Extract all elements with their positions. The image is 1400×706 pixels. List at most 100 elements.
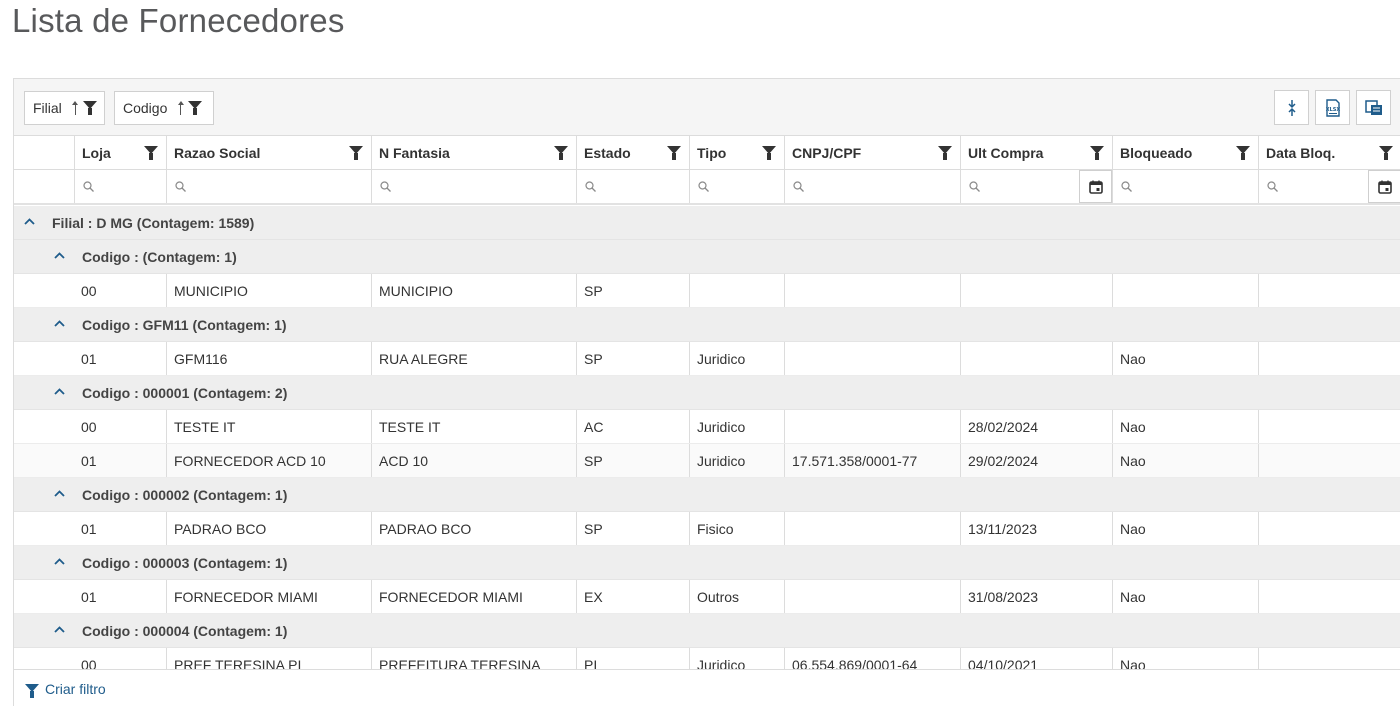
group-row-label: Codigo : 000003 (Contagem: 1) <box>82 555 288 571</box>
cell-value: SP <box>584 283 603 299</box>
create-filter-icon[interactable] <box>25 684 39 698</box>
table-cell-loja: 01 <box>74 444 166 477</box>
table-row[interactable]: 00 TESTE IT TESTE IT AC Juridico 28/02/2024 Na… <box>14 410 1400 444</box>
column-chooser-button[interactable] <box>1356 90 1391 125</box>
group-row[interactable]: Codigo : (Contagem: 1) <box>14 240 1400 274</box>
group-row[interactable]: Codigo : 000004 (Contagem: 1) <box>14 614 1400 648</box>
grid-filter-row <box>14 170 1400 205</box>
table-cell-estado: SP <box>576 274 689 307</box>
group-row[interactable]: Codigo : 000002 (Contagem: 1) <box>14 478 1400 512</box>
filter-cell-bloqueado[interactable] <box>1112 170 1258 203</box>
table-cell-ultcompra: 29/02/2024 <box>960 444 1112 477</box>
table-cell-bloqueado: Nao <box>1112 410 1258 443</box>
date-picker-button[interactable] <box>1079 170 1112 203</box>
sort-ascending-icon[interactable] <box>72 101 80 115</box>
chevron-up-icon[interactable] <box>54 388 65 395</box>
table-row[interactable]: 01 FORNECEDOR ACD 10 ACD 10 SP Juridico 17.57… <box>14 444 1400 478</box>
column-filter-icon[interactable] <box>938 146 952 160</box>
xlsx-label: XLSX <box>1325 107 1340 113</box>
group-row[interactable]: Codigo : GFM11 (Contagem: 1) <box>14 308 1400 342</box>
cell-value: PADRAO BCO <box>379 521 472 537</box>
column-filter-icon[interactable] <box>554 146 568 160</box>
filter-icon[interactable] <box>82 101 96 115</box>
column-filter-icon[interactable] <box>1236 146 1250 160</box>
search-icon <box>1121 181 1132 192</box>
cell-value: EX <box>584 589 603 605</box>
table-cell-tipo: Juridico <box>689 648 784 669</box>
table-cell-fantasia: FORNECEDOR MIAMI <box>371 580 576 613</box>
column-filter-icon[interactable] <box>762 146 776 160</box>
date-picker-button[interactable] <box>1368 170 1400 203</box>
column-header-bloqueado[interactable]: Bloqueado <box>1112 136 1258 169</box>
table-cell-ultcompra: 28/02/2024 <box>960 410 1112 443</box>
filter-cell-fantasia[interactable] <box>371 170 576 203</box>
group-chip-filial[interactable]: Filial <box>24 91 105 125</box>
export-xlsx-icon: XLSX <box>1325 98 1340 117</box>
filter-cell-tipo[interactable] <box>689 170 784 203</box>
column-filter-icon[interactable] <box>667 146 681 160</box>
sort-ascending-icon[interactable] <box>177 101 185 115</box>
chevron-up-icon[interactable] <box>24 218 35 225</box>
filter-cell-ultcompra[interactable] <box>960 170 1112 203</box>
table-cell-loja: 00 <box>74 648 166 669</box>
column-header-fantasia[interactable]: N Fantasia <box>371 136 576 169</box>
filter-cell-databloq[interactable] <box>1258 170 1400 203</box>
group-row[interactable]: Codigo : 000003 (Contagem: 1) <box>14 546 1400 580</box>
column-filter-icon[interactable] <box>1379 146 1393 160</box>
column-header-loja[interactable]: Loja <box>74 136 166 169</box>
column-header-cnpj[interactable]: CNPJ/CPF <box>784 136 960 169</box>
grid-body: Filial : D MG (Contagem: 1589) Codigo : (… <box>14 206 1400 669</box>
table-cell-cnpj: 06.554.869/0001-64 <box>784 648 960 669</box>
filter-icon[interactable] <box>188 101 203 115</box>
group-chip-codigo[interactable]: Codigo <box>114 91 214 125</box>
table-cell-razao: FORNECEDOR MIAMI <box>166 580 371 613</box>
export-xlsx-button[interactable]: XLSX <box>1315 90 1350 125</box>
column-header-ultcompra[interactable]: Ult Compra <box>960 136 1112 169</box>
group-row[interactable]: Filial : D MG (Contagem: 1589) <box>14 206 1400 240</box>
filter-cell-estado[interactable] <box>576 170 689 203</box>
collapse-rows-button[interactable] <box>1274 90 1309 125</box>
cell-value: Fisico <box>697 521 734 537</box>
column-filter-icon[interactable] <box>349 146 363 160</box>
table-row[interactable]: 00 MUNICIPIO MUNICIPIO SP <box>14 274 1400 308</box>
column-header-razao[interactable]: Razao Social <box>166 136 371 169</box>
column-header-estado[interactable]: Estado <box>576 136 689 169</box>
grid-header-row: Loja Razao Social N Fantasia Estado Tipo CNPJ… <box>14 136 1400 170</box>
column-filter-icon[interactable] <box>1090 146 1104 160</box>
table-row[interactable]: 00 PREF TERESINA PI PREFEITURA TERESINA PI J… <box>14 648 1400 669</box>
cell-value: PREFEITURA TERESINA <box>379 657 541 669</box>
search-icon <box>793 181 804 192</box>
cell-value: Juridico <box>697 657 746 669</box>
filter-cell-razao[interactable] <box>166 170 371 203</box>
page-title: Lista de Fornecedores <box>12 2 345 39</box>
chevron-up-icon[interactable] <box>54 252 65 259</box>
chevron-up-icon[interactable] <box>54 626 65 633</box>
column-filter-icon[interactable] <box>144 146 158 160</box>
chevron-up-icon[interactable] <box>54 490 65 497</box>
table-cell-bloqueado: Nao <box>1112 512 1258 545</box>
cell-value: 06.554.869/0001-64 <box>792 657 918 669</box>
column-header-label: Razao Social <box>174 145 261 161</box>
table-cell-expand <box>14 580 74 613</box>
group-row-label: Codigo : 000001 (Contagem: 2) <box>82 385 288 401</box>
chevron-up-icon[interactable] <box>54 320 65 327</box>
create-filter-link[interactable]: Criar filtro <box>45 681 106 697</box>
cell-value: Outros <box>697 589 740 605</box>
column-header-tipo[interactable]: Tipo <box>689 136 784 169</box>
table-cell-cnpj <box>784 342 960 375</box>
filter-cell-cnpj[interactable] <box>784 170 960 203</box>
chevron-up-icon[interactable] <box>54 558 65 565</box>
cell-value: Nao <box>1120 521 1146 537</box>
table-cell-tipo: Fisico <box>689 512 784 545</box>
column-header-databloq[interactable]: Data Bloq. <box>1258 136 1400 169</box>
column-header-label: Estado <box>584 145 631 161</box>
cell-value: 28/02/2024 <box>968 419 1039 435</box>
table-cell-fantasia: PREFEITURA TERESINA <box>371 648 576 669</box>
table-row[interactable]: 01 GFM116 RUA ALEGRE SP Juridico Nao <box>14 342 1400 376</box>
table-row[interactable]: 01 FORNECEDOR MIAMI FORNECEDOR MIAMI EX Outr… <box>14 580 1400 614</box>
collapse-rows-icon <box>1287 99 1296 116</box>
group-row[interactable]: Codigo : 000001 (Contagem: 2) <box>14 376 1400 410</box>
table-row[interactable]: 01 PADRAO BCO PADRAO BCO SP Fisico 13/11/2023… <box>14 512 1400 546</box>
table-cell-bloqueado: Nao <box>1112 444 1258 477</box>
filter-cell-loja[interactable] <box>74 170 166 203</box>
